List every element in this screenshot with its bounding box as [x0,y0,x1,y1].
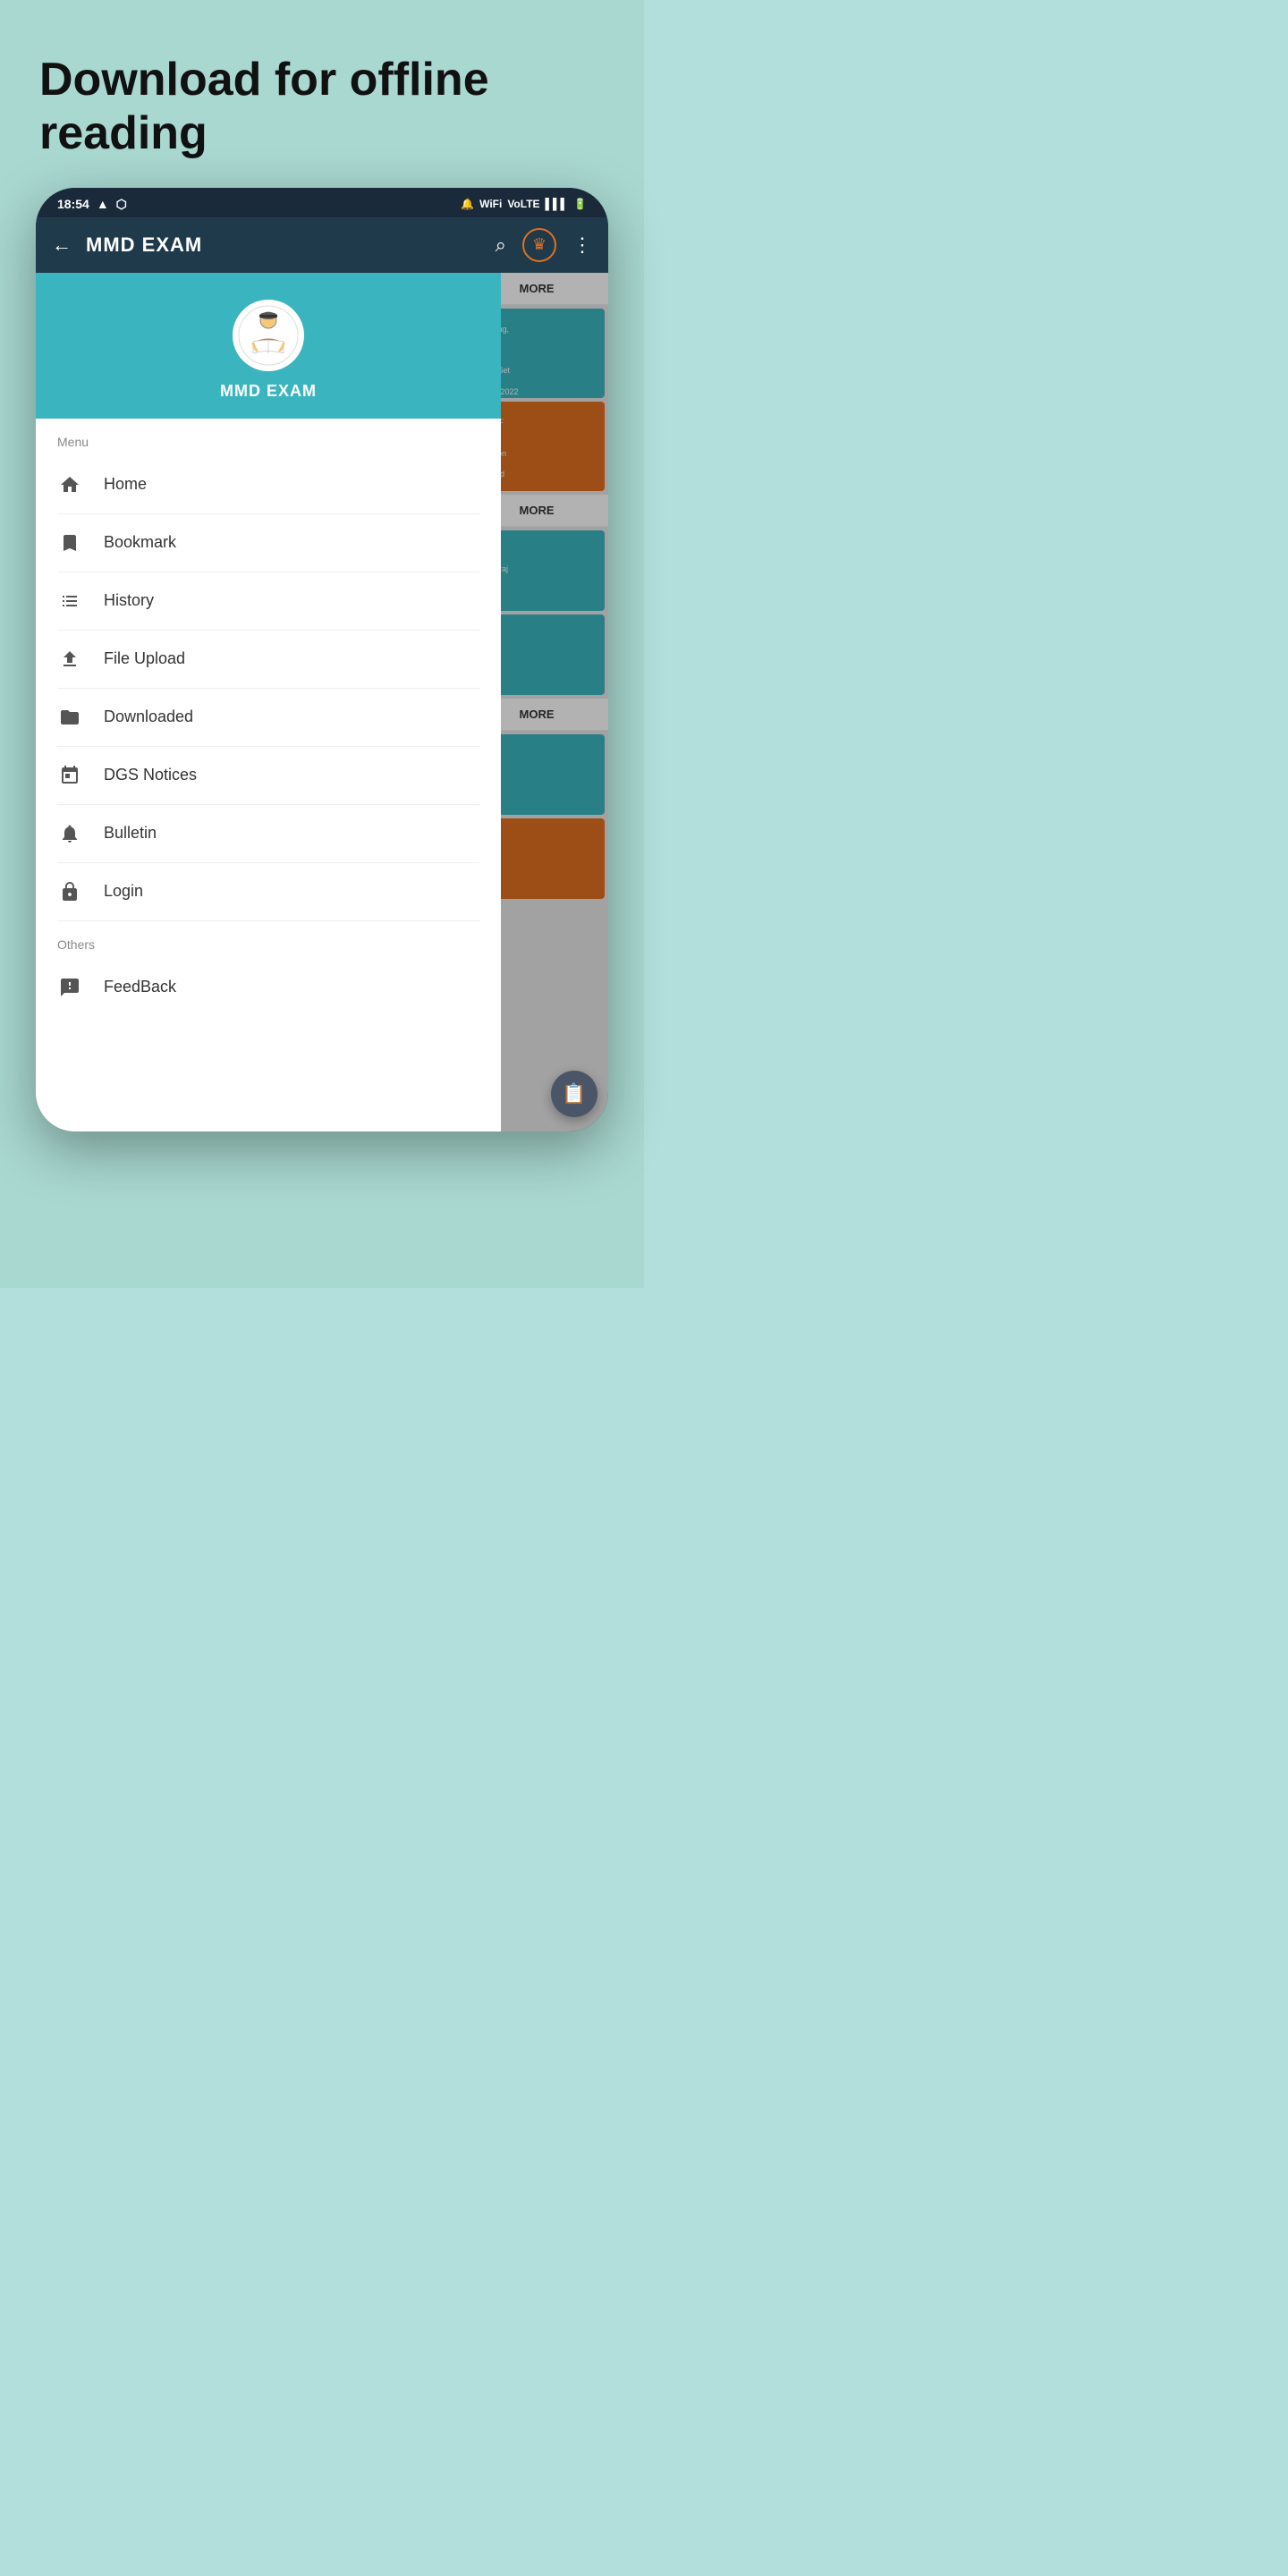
crown-button[interactable]: ♛ [522,228,556,262]
fab-button[interactable]: 📋 [551,1071,597,1117]
menu-item-file-upload[interactable]: File Upload [36,631,501,688]
calendar-icon [57,763,82,788]
home-icon [57,472,82,497]
menu-label-feedback: FeedBack [104,978,176,996]
menu-item-home[interactable]: Home [36,456,501,513]
menu-item-history[interactable]: History [36,572,501,630]
others-section-label: Others [36,921,501,959]
menu-label-bulletin: Bulletin [104,824,157,843]
app-bar: ← MMD EXAM ⌕ ♛ ⋮ [36,217,608,273]
more-options-button[interactable]: ⋮ [572,233,592,257]
menu-item-bookmark[interactable]: Bookmark [36,514,501,572]
nav-arrow-icon: ▲ [97,197,109,211]
history-icon [57,589,82,614]
avatar [233,300,304,371]
drawer-title: MMD EXAM [220,382,317,401]
volte-icon: VoLTE [507,198,539,210]
drawer-body: Menu Home Bookmark [36,419,501,1131]
back-button[interactable]: ← [52,233,72,257]
phone-shell: 18:54 ▲ ⬡ 🔔 WiFi VoLTE ▌▌▌ 🔋 ← MMD EXAM … [36,188,608,1131]
menu-item-downloaded[interactable]: Downloaded [36,689,501,746]
lock-icon [57,879,82,904]
feedback-icon [57,975,82,1000]
folder-icon [57,705,82,730]
search-button[interactable]: ⌕ [496,233,506,257]
battery-icon: 🔋 [573,198,587,210]
menu-section-label: Menu [36,419,501,456]
menu-label-bookmark: Bookmark [104,533,176,552]
app-bar-icons: ⌕ ♛ ⋮ [496,228,592,262]
wifi-icon: WiFi [479,198,502,210]
menu-item-bulletin[interactable]: Bulletin [36,805,501,862]
data-saver-icon: ⬡ [116,197,127,212]
alarm-icon: 🔔 [461,198,474,210]
headline: Download for offline reading [0,36,644,188]
menu-label-home: Home [104,475,147,494]
status-right: 🔔 WiFi VoLTE ▌▌▌ 🔋 [461,198,587,210]
upload-icon [57,647,82,672]
signal-icon: ▌▌▌ [546,198,569,210]
bookmark-icon [57,530,82,555]
status-bar: 18:54 ▲ ⬡ 🔔 WiFi VoLTE ▌▌▌ 🔋 [36,188,608,217]
menu-item-dgs-notices[interactable]: DGS Notices [36,747,501,804]
menu-item-login[interactable]: Login [36,863,501,920]
fab-icon: 📋 [562,1082,586,1106]
menu-label-login: Login [104,882,143,901]
bell-icon [57,821,82,846]
logo-svg [237,304,300,367]
page-background: Download for offline reading 18:54 ▲ ⬡ 🔔… [0,0,644,1288]
menu-label-dgs-notices: DGS Notices [104,766,197,784]
menu-label-history: History [104,591,154,610]
crown-icon: ♛ [532,235,547,254]
drawer-header: MMD EXAM [36,273,501,419]
main-area: MORE se II hkeeping,dling &nciesDPaper S… [36,273,608,1131]
menu-label-file-upload: File Upload [104,649,185,668]
app-bar-title: MMD EXAM [86,233,481,257]
menu-label-downloaded: Downloaded [104,708,193,726]
navigation-drawer: MMD EXAM Menu Home [36,273,501,1131]
menu-item-feedback[interactable]: FeedBack [36,959,501,1016]
time-display: 18:54 [57,197,89,211]
status-left: 18:54 ▲ ⬡ [57,197,127,212]
